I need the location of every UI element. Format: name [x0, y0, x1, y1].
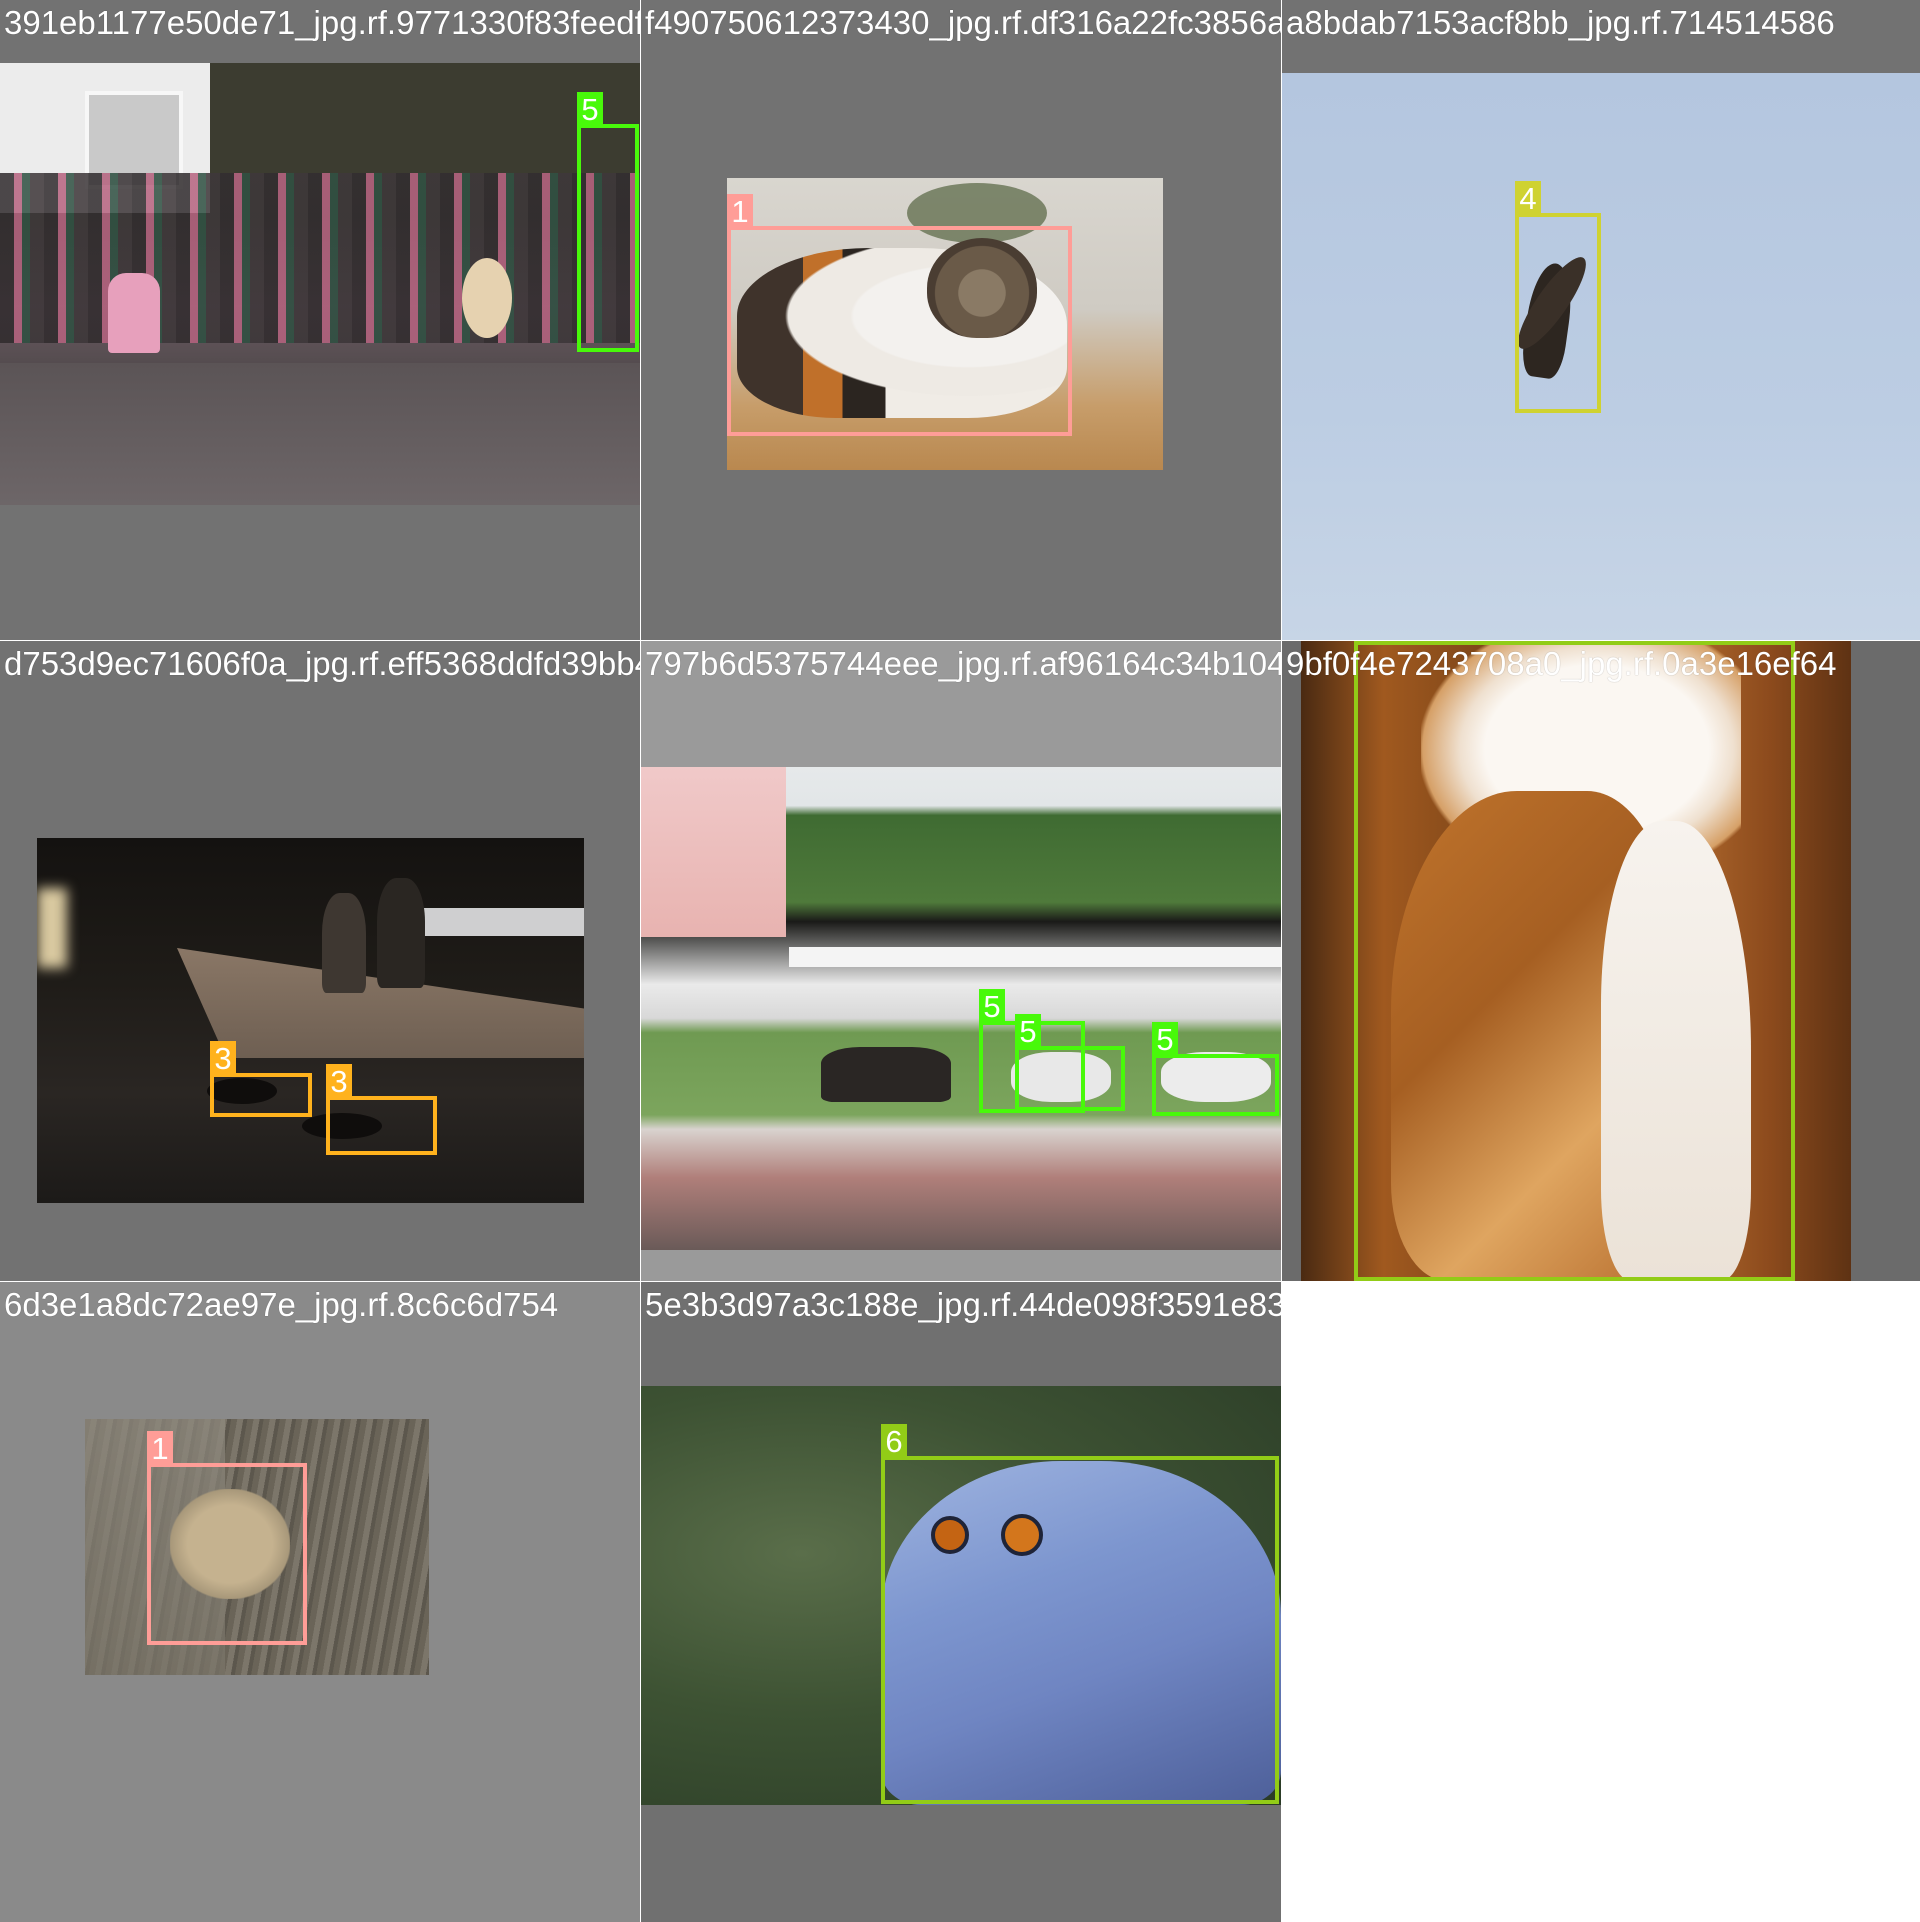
tile-3: 4 a8bdab7153acf8bb_jpg.rf.714514586	[1282, 0, 1920, 640]
detection-box-1: 3	[210, 1041, 312, 1117]
class-label-badge: 4	[1515, 181, 1541, 217]
class-label-badge: 5	[979, 989, 1005, 1025]
filename-caption: a8bdab7153acf8bb_jpg.rf.714514586	[1286, 4, 1835, 41]
tile-6: 6 9bf0f4e7243708a0_jpg.rf.0a3e16ef64	[1282, 641, 1920, 1281]
tile-5: 5 5 5 797b6d5375744eee_jpg.rf.af96164c34…	[641, 641, 1281, 1281]
class-label-badge: 5	[1152, 1022, 1178, 1058]
class-label-badge: 3	[210, 1041, 236, 1077]
detection-box-1: 1	[147, 1431, 307, 1645]
tile-8: 6 5e3b3d97a3c188e_jpg.rf.44de098f3591e83…	[641, 1282, 1281, 1922]
filename-caption: 5e3b3d97a3c188e_jpg.rf.44de098f3591e83f	[645, 1286, 1281, 1323]
photo-eagle-in-sky	[1282, 73, 1920, 640]
photo-horse-race	[641, 767, 1281, 1250]
tile-4: 3 3 d753d9ec71606f0a_jpg.rf.eff5368ddfd3…	[0, 641, 640, 1281]
detection-box-2: 5	[1015, 1014, 1125, 1111]
detection-box-1: 6	[881, 1424, 1279, 1804]
detection-box-2: 3	[326, 1064, 437, 1155]
empty-tile	[1282, 1282, 1920, 1922]
photo-morris-dancers	[0, 63, 640, 505]
filename-caption: 6d3e1a8dc72ae97e_jpg.rf.8c6c6d754	[4, 1286, 559, 1323]
class-label-badge: 1	[147, 1431, 173, 1467]
class-label-badge: 5	[577, 92, 603, 128]
tile-1: 5 391eb1177e50de71_jpg.rf.9771330f83feed…	[0, 0, 640, 640]
class-label-badge: 5	[1015, 1014, 1041, 1050]
detection-box-1: 6	[1354, 641, 1795, 1281]
filename-caption: d753d9ec71606f0a_jpg.rf.eff5368ddfd39bb4	[4, 645, 640, 682]
filename-caption: f490750612373430_jpg.rf.df316a22fc3856a	[645, 4, 1281, 41]
detection-box-1: 4	[1515, 181, 1601, 413]
tile-2: 1 f490750612373430_jpg.rf.df316a22fc3856…	[641, 0, 1281, 640]
class-label-badge: 3	[326, 1064, 352, 1100]
filename-caption: 9bf0f4e7243708a0_jpg.rf.0a3e16ef64	[1286, 645, 1837, 682]
photo-night-fishing-boat	[37, 838, 584, 1203]
class-label-badge: 1	[727, 194, 753, 230]
filename-caption: 797b6d5375744eee_jpg.rf.af96164c34b1048	[645, 645, 1281, 682]
filename-caption: 391eb1177e50de71_jpg.rf.9771330f83feedfa	[4, 4, 640, 41]
detection-box-1: 1	[727, 194, 1072, 436]
tile-7: 1 6d3e1a8dc72ae97e_jpg.rf.8c6c6d754	[0, 1282, 640, 1922]
class-label-badge: 6	[881, 1424, 907, 1460]
detection-box-1: 5	[577, 92, 639, 352]
detection-box-3: 5	[1152, 1022, 1279, 1116]
